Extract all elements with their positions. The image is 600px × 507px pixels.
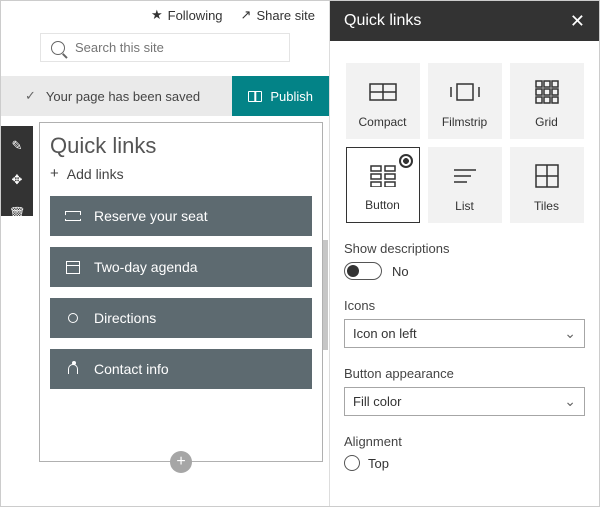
add-section-button[interactable]: + <box>170 451 192 473</box>
quick-link-item[interactable]: Directions <box>50 298 312 338</box>
panel-header: Quick links ✕ <box>330 1 599 41</box>
status-message: Your page has been saved <box>46 89 232 104</box>
filmstrip-icon <box>450 69 480 115</box>
check-icon <box>25 88 46 104</box>
chevron-down-icon <box>564 393 576 410</box>
share-site-action[interactable]: Share site <box>241 7 315 23</box>
chevron-down-icon <box>564 325 576 342</box>
delete-icon[interactable]: 🗑 <box>9 206 26 222</box>
layout-label: Filmstrip <box>442 115 487 129</box>
quick-links-widget[interactable]: Quick links Add links Reserve your seat … <box>39 122 323 462</box>
layout-label: Tiles <box>534 199 559 213</box>
appearance-value: Fill color <box>353 394 401 409</box>
quick-link-label: Contact info <box>94 361 169 377</box>
share-label: Share site <box>256 8 315 23</box>
star-icon <box>151 7 163 23</box>
widget-title: Quick links <box>50 133 312 159</box>
layout-option-grid[interactable]: Grid <box>510 63 584 139</box>
ticket-icon <box>65 211 81 221</box>
publish-label: Publish <box>270 89 313 104</box>
icons-value: Icon on left <box>353 326 417 341</box>
search-box[interactable] <box>40 33 290 62</box>
quick-link-item[interactable]: Contact info <box>50 349 312 389</box>
following-label: Following <box>168 8 223 23</box>
show-descriptions-label: Show descriptions <box>344 241 585 256</box>
following-action[interactable]: Following <box>151 7 223 23</box>
alignment-value: Top <box>368 456 389 471</box>
layout-label: List <box>455 199 474 213</box>
close-icon[interactable]: ✕ <box>570 11 585 32</box>
layout-option-tiles[interactable]: Tiles <box>510 147 584 223</box>
book-icon <box>248 91 262 102</box>
tool-rail: ✎ ✥ 🗑 <box>1 126 33 216</box>
quick-link-label: Directions <box>94 310 156 326</box>
layout-label: Grid <box>535 115 558 129</box>
radio-icon <box>344 455 360 471</box>
layout-option-list[interactable]: List <box>428 147 502 223</box>
appearance-label: Button appearance <box>344 366 585 381</box>
panel-title: Quick links <box>344 12 570 30</box>
show-descriptions-toggle[interactable] <box>344 262 382 280</box>
show-descriptions-value: No <box>392 264 409 279</box>
status-bar: Your page has been saved Publish <box>1 76 329 116</box>
quick-link-label: Two-day agenda <box>94 259 198 275</box>
tiles-icon <box>535 153 559 199</box>
layout-option-compact[interactable]: Compact <box>346 63 420 139</box>
search-input[interactable] <box>75 40 279 55</box>
grid-icon <box>535 69 559 115</box>
layout-option-button[interactable]: Button <box>346 147 420 223</box>
layout-label: Compact <box>358 115 406 129</box>
plus-icon <box>50 165 59 182</box>
move-icon[interactable]: ✥ <box>12 172 23 188</box>
layout-label: Button <box>365 198 400 212</box>
edit-icon[interactable]: ✎ <box>12 138 23 154</box>
button-icon <box>370 154 396 198</box>
appearance-select[interactable]: Fill color <box>344 387 585 416</box>
quick-link-item[interactable]: Reserve your seat <box>50 196 312 236</box>
quick-link-label: Reserve your seat <box>94 208 208 224</box>
headset-icon <box>68 364 78 374</box>
pin-icon <box>68 313 78 323</box>
publish-button[interactable]: Publish <box>232 76 329 116</box>
compact-icon <box>369 69 397 115</box>
layout-option-filmstrip[interactable]: Filmstrip <box>428 63 502 139</box>
add-links-button[interactable]: Add links <box>50 165 312 182</box>
quick-link-item[interactable]: Two-day agenda <box>50 247 312 287</box>
list-icon <box>453 153 477 199</box>
calendar-icon <box>66 261 80 274</box>
alignment-option-top[interactable]: Top <box>344 455 585 471</box>
icons-label: Icons <box>344 298 585 313</box>
icons-select[interactable]: Icon on left <box>344 319 585 348</box>
add-links-label: Add links <box>67 166 124 182</box>
share-icon <box>241 7 252 23</box>
alignment-label: Alignment <box>344 434 585 449</box>
search-icon <box>51 41 65 55</box>
